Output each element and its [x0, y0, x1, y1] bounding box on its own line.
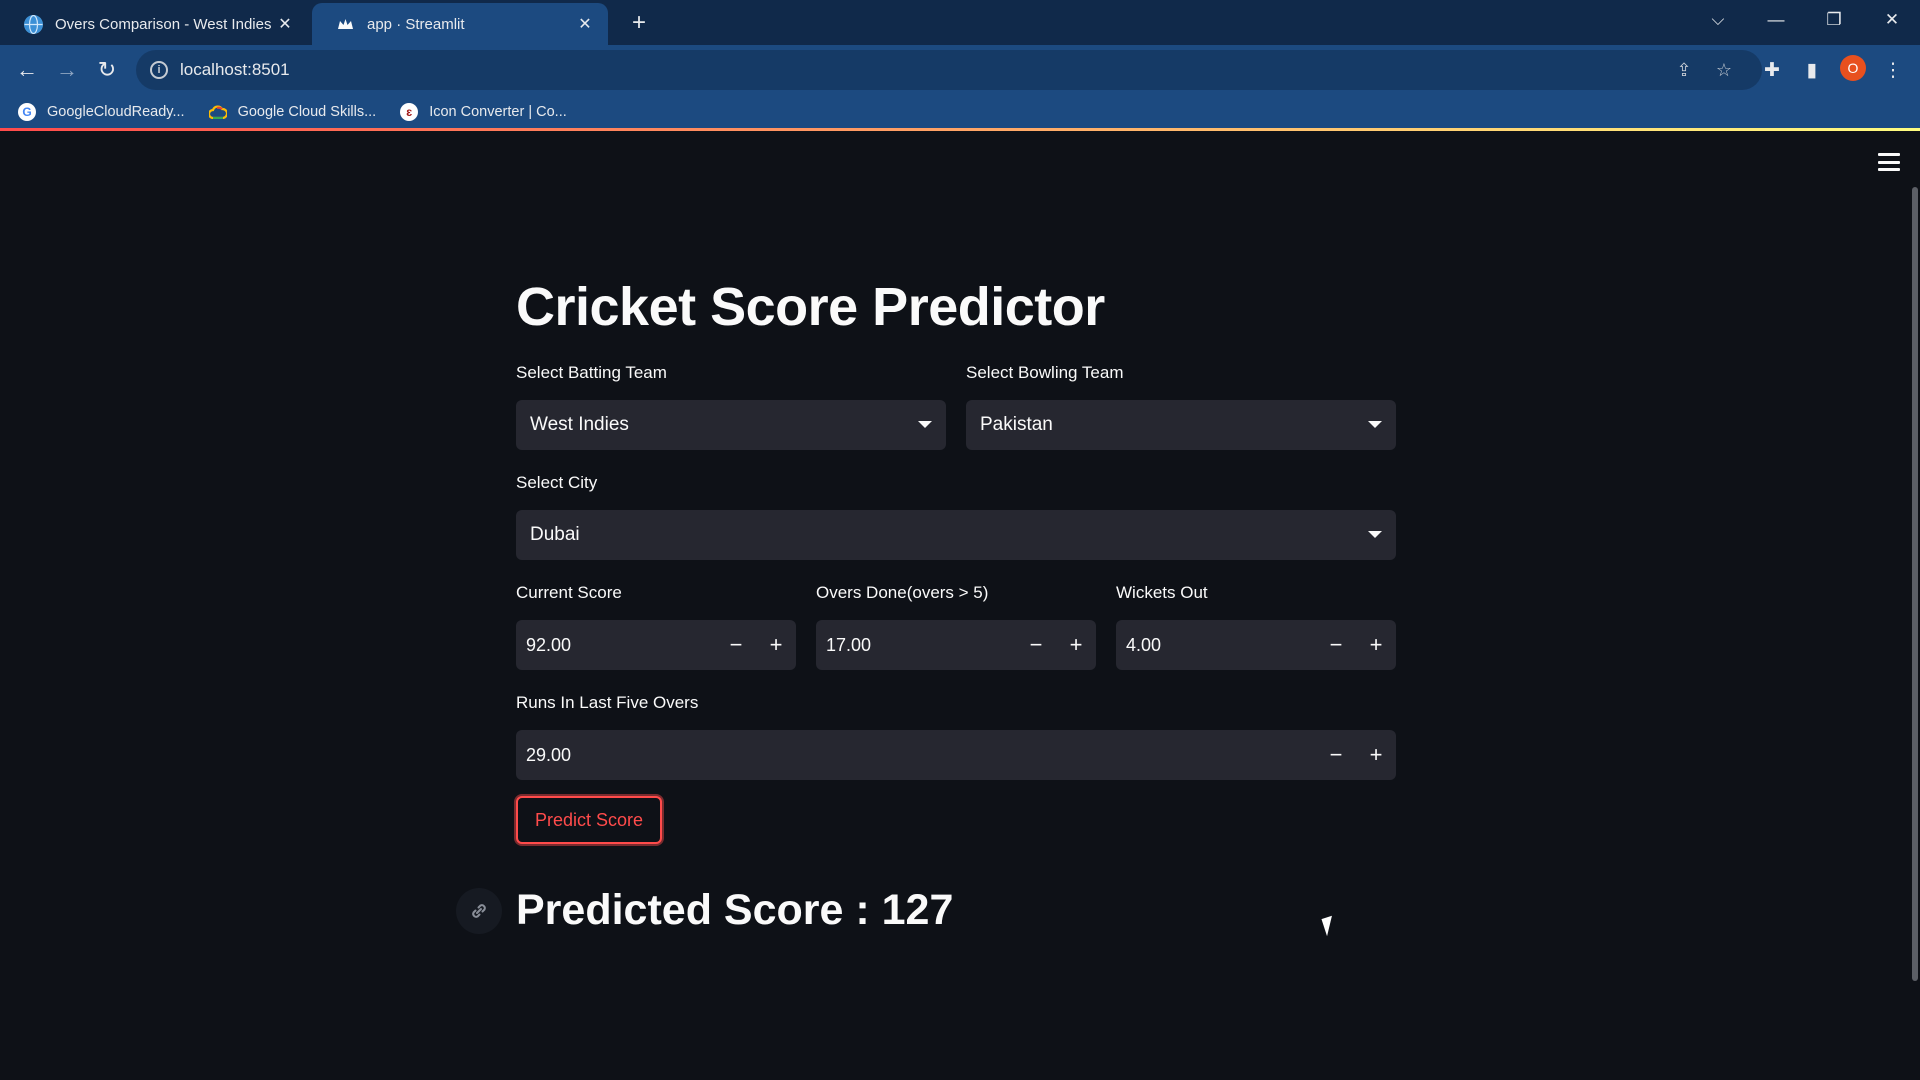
runs-last-five-value[interactable]: 29.00 [516, 745, 1316, 766]
batting-team-value: West Indies [530, 414, 629, 435]
browser-toolbar: ← → ↻ i localhost:8501 ⇪ ☆ ✚ ▮ O ⋮ G Goo… [0, 45, 1920, 130]
runs-last-five-label: Runs In Last Five Overs [516, 693, 699, 712]
batting-team-label: Select Batting Team [516, 363, 667, 382]
decrement-button[interactable]: − [1316, 730, 1356, 780]
chevron-down-icon [1368, 421, 1382, 428]
link-icon[interactable] [456, 888, 502, 934]
bookmark-googlecloudready[interactable]: G GoogleCloudReady... [18, 103, 185, 121]
tab-title: Overs Comparison - West Indies [55, 15, 272, 33]
address-bar[interactable]: i localhost:8501 ⇪ ☆ [136, 50, 1762, 90]
new-tab-button[interactable]: + [624, 8, 654, 38]
extensions-icon[interactable]: ✚ [1755, 53, 1789, 87]
decrement-button[interactable]: − [716, 620, 756, 670]
minimize-icon[interactable]: — [1748, 0, 1804, 40]
bookmark-google-cloud-skills[interactable]: Google Cloud Skills... [208, 103, 377, 121]
chevron-down-icon [918, 421, 932, 428]
google-g-icon: G [18, 103, 36, 121]
page-title: Cricket Score Predictor [516, 277, 1105, 337]
chevron-down-icon [1368, 531, 1382, 538]
bookmarks-bar: G GoogleCloudReady... Google Cloud Skill… [0, 95, 573, 129]
reload-icon[interactable]: ↻ [90, 53, 124, 87]
close-tab-icon[interactable]: ✕ [274, 13, 296, 35]
share-icon[interactable]: ⇪ [1672, 58, 1696, 82]
overs-done-input[interactable]: 17.00 − + [816, 620, 1096, 670]
back-icon[interactable]: ← [10, 53, 44, 87]
decrement-button[interactable]: − [1316, 620, 1356, 670]
google-cloud-icon [208, 103, 227, 121]
increment-button[interactable]: + [1056, 620, 1096, 670]
bookmark-star-icon[interactable]: ☆ [1712, 58, 1736, 82]
streamlit-crown-icon [336, 15, 355, 34]
forward-icon[interactable]: → [50, 53, 84, 87]
increment-button[interactable]: + [756, 620, 796, 670]
restore-icon[interactable]: ❐ [1806, 0, 1862, 40]
tab-streamlit-app[interactable]: app · Streamlit ✕ [312, 3, 608, 45]
tab-search-icon[interactable]: ⌵ [1690, 0, 1746, 40]
city-label: Select City [516, 473, 598, 492]
current-score-input[interactable]: 92.00 − + [516, 620, 796, 670]
overs-done-value[interactable]: 17.00 [816, 635, 1016, 656]
mouse-cursor-icon [1321, 915, 1338, 937]
current-score-value[interactable]: 92.00 [516, 635, 716, 656]
side-panel-icon[interactable]: ▮ [1795, 53, 1829, 87]
browser-tab-strip: Overs Comparison - West Indies ✕ app · S… [0, 0, 1920, 45]
globe-icon [24, 14, 43, 34]
increment-button[interactable]: + [1356, 620, 1396, 670]
bowling-team-select[interactable]: Pakistan [966, 400, 1396, 450]
streamlit-app: Cricket Score Predictor Select Batting T… [0, 131, 1920, 1080]
predict-score-button[interactable]: Predict Score [516, 796, 662, 844]
bookmark-icon-converter[interactable]: ɛ Icon Converter | Co... [400, 103, 567, 121]
predicted-score-heading: Predicted Score : 127 [516, 886, 954, 934]
bookmark-label: Icon Converter | Co... [429, 104, 567, 120]
city-select[interactable]: Dubai [516, 510, 1396, 560]
bowling-team-value: Pakistan [980, 414, 1053, 435]
tab-overs-comparison[interactable]: Overs Comparison - West Indies ✕ [0, 3, 308, 45]
batting-team-select[interactable]: West Indies [516, 400, 946, 450]
current-score-label: Current Score [516, 583, 622, 602]
bookmark-label: Google Cloud Skills... [237, 104, 377, 120]
close-tab-icon[interactable]: ✕ [574, 13, 596, 35]
city-value: Dubai [530, 524, 580, 545]
page-scrollbar[interactable] [1912, 187, 1918, 981]
bowling-team-label: Select Bowling Team [966, 363, 1124, 382]
browser-menu-icon[interactable]: ⋮ [1876, 53, 1910, 87]
wickets-out-label: Wickets Out [1116, 583, 1208, 602]
profile-avatar[interactable]: O [1840, 55, 1866, 81]
wickets-out-value[interactable]: 4.00 [1116, 635, 1316, 656]
main-menu-icon[interactable] [1878, 153, 1900, 171]
wickets-out-input[interactable]: 4.00 − + [1116, 620, 1396, 670]
site-info-icon[interactable]: i [150, 61, 168, 79]
overs-done-label: Overs Done(overs > 5) [816, 583, 989, 602]
close-window-icon[interactable]: ✕ [1864, 0, 1920, 40]
decrement-button[interactable]: − [1016, 620, 1056, 670]
bookmark-label: GoogleCloudReady... [47, 104, 185, 120]
runs-last-five-input[interactable]: 29.00 − + [516, 730, 1396, 780]
tab-title: app · Streamlit [367, 15, 465, 33]
increment-button[interactable]: + [1356, 730, 1396, 780]
url-text: localhost:8501 [180, 60, 290, 79]
icon-converter-icon: ɛ [400, 103, 419, 121]
